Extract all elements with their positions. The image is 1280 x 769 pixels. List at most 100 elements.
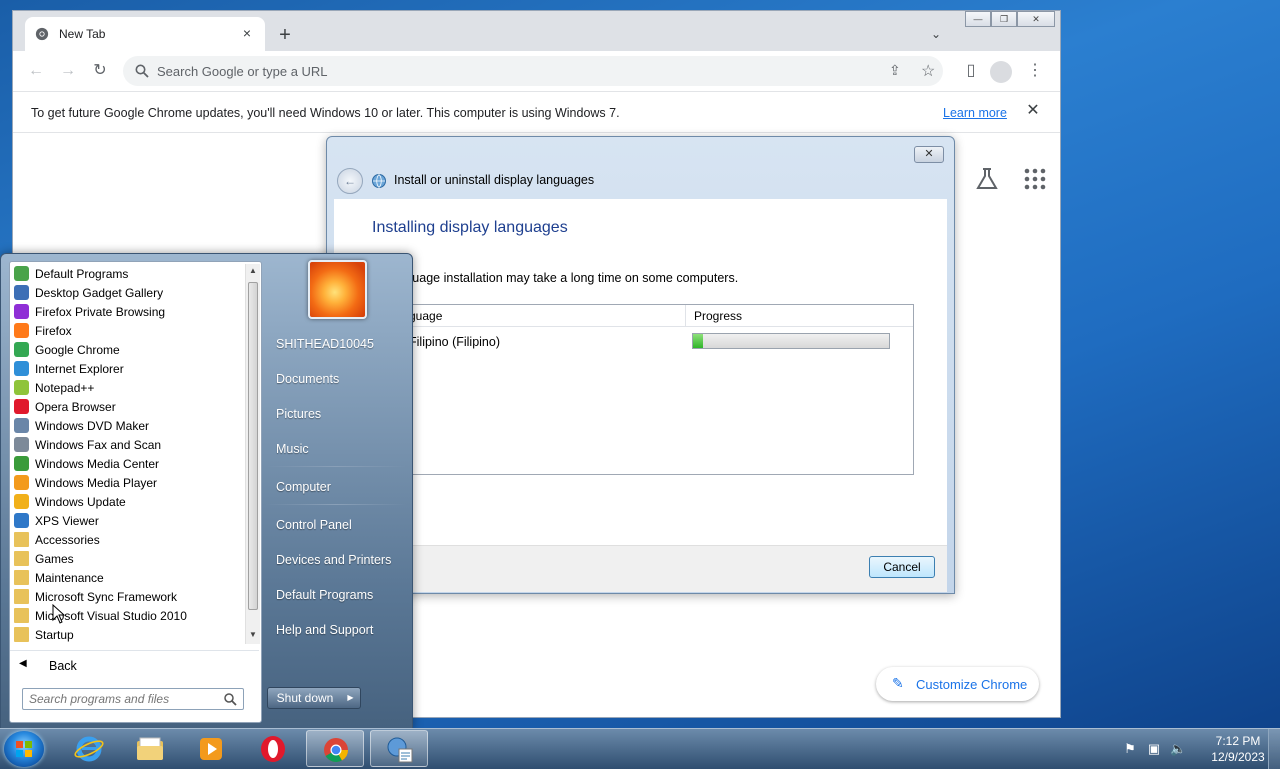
fax-scan-icon — [14, 437, 29, 452]
program-list-item[interactable]: Desktop Gadget Gallery — [12, 283, 242, 302]
program-list-item[interactable]: Windows Fax and Scan — [12, 435, 242, 454]
tab-new-tab[interactable]: New Tab × — [25, 17, 265, 51]
start-right-item-shithead10045[interactable]: SHITHEAD10045 — [276, 329, 401, 359]
profile-avatar-icon[interactable] — [990, 61, 1012, 83]
program-list-item[interactable]: Internet Explorer — [12, 359, 242, 378]
close-window-button[interactable]: ✕ — [1017, 11, 1055, 27]
program-label: Notepad++ — [35, 381, 95, 395]
dvd-maker-icon — [14, 418, 29, 433]
start-right-item-computer[interactable]: Computer — [276, 472, 401, 502]
program-list-item[interactable]: Windows DVD Maker — [12, 416, 242, 435]
start-right-item-pictures[interactable]: Pictures — [276, 399, 401, 429]
program-list-item[interactable]: Maintenance — [12, 568, 242, 587]
user-account-picture[interactable] — [308, 260, 367, 319]
program-label: Opera Browser — [35, 400, 116, 414]
omnibox[interactable]: Search Google or type a URL ⇪ ☆ — [123, 56, 943, 86]
search-icon — [135, 64, 149, 78]
taskbar-google-chrome[interactable] — [306, 730, 364, 767]
program-list-scrollbar[interactable]: ▲ ▼ — [245, 264, 260, 644]
bookmark-star-icon[interactable]: ☆ — [921, 61, 935, 81]
column-header-progress[interactable]: Progress — [686, 305, 913, 327]
language-globe-icon — [372, 174, 386, 188]
network-icon[interactable]: ▣ — [1146, 741, 1162, 757]
program-label: Startup — [35, 628, 74, 642]
taskbar-internet-explorer[interactable] — [60, 730, 118, 767]
dialog-close-button[interactable]: ✕ — [914, 146, 944, 163]
program-list-item[interactable]: Windows Media Player — [12, 473, 242, 492]
program-list-item[interactable]: Microsoft Sync Framework — [12, 587, 242, 606]
customize-chrome-button[interactable]: ✎ Customize Chrome — [876, 667, 1039, 701]
dialog-back-button[interactable]: ← — [337, 168, 363, 194]
chrome-labs-icon[interactable] — [974, 167, 1000, 191]
program-list-item[interactable]: Games — [12, 549, 242, 568]
google-apps-icon[interactable] — [1023, 167, 1047, 191]
clock-time[interactable]: 7:12 PM — [1203, 734, 1273, 748]
menu-separator — [266, 504, 406, 505]
program-label: Windows Update — [35, 495, 126, 509]
program-label: Default Programs — [35, 267, 129, 281]
column-header-language[interactable]: guage — [373, 305, 686, 327]
program-list-item[interactable]: XPS Viewer — [12, 511, 242, 530]
program-list-item[interactable]: Accessories — [12, 530, 242, 549]
program-list-item[interactable]: Firefox Private Browsing — [12, 302, 242, 321]
program-list-item[interactable]: Notepad++ — [12, 378, 242, 397]
program-list-item[interactable]: Firefox — [12, 321, 242, 340]
program-list-item[interactable]: Windows Media Center — [12, 454, 242, 473]
start-search-input[interactable] — [27, 690, 221, 708]
tab-close-icon[interactable]: × — [239, 25, 255, 41]
xps-viewer-icon — [14, 513, 29, 528]
media-player-icon — [14, 475, 29, 490]
program-list-item[interactable]: Google Chrome — [12, 340, 242, 359]
start-right-item-control-panel[interactable]: Control Panel — [276, 510, 401, 540]
program-list-item[interactable]: Windows Update — [12, 492, 242, 511]
search-icon[interactable] — [223, 692, 237, 706]
minimize-button[interactable]: — — [965, 11, 991, 27]
taskbar-media-player[interactable] — [182, 730, 240, 767]
cancel-button[interactable]: Cancel — [869, 556, 935, 578]
learn-more-link[interactable]: Learn more — [943, 106, 1007, 120]
program-label: Internet Explorer — [35, 362, 124, 376]
restore-button[interactable]: ❐ — [991, 11, 1017, 27]
taskbar-language-installer[interactable] — [370, 730, 428, 767]
start-search-box[interactable] — [22, 688, 244, 710]
program-list-item[interactable]: Default Programs — [12, 264, 242, 283]
chrome-menu-icon[interactable]: ⋮ — [1025, 61, 1045, 81]
install-progress-bar — [692, 333, 890, 349]
start-right-item-music[interactable]: Music — [276, 434, 401, 464]
program-list: Default Programs Desktop Gadget Gallery Fi… — [10, 264, 245, 648]
volume-icon[interactable]: 🔈 — [1170, 741, 1186, 757]
program-list-item[interactable]: Opera Browser — [12, 397, 242, 416]
program-list-item[interactable]: Startup — [12, 625, 242, 644]
back-arrow-icon[interactable]: ← — [26, 61, 46, 81]
taskbar-opera[interactable] — [244, 730, 302, 767]
shut-down-button[interactable]: Shut down — [267, 687, 343, 709]
start-right-item-devices-and-printers[interactable]: Devices and Printers — [276, 545, 401, 575]
share-icon[interactable]: ⇪ — [889, 62, 901, 79]
clock-date[interactable]: 12/9/2023 — [1203, 750, 1273, 764]
shut-down-options-arrow-icon[interactable]: ▶ — [341, 687, 361, 709]
program-list-item[interactable]: Microsoft Visual Studio 2010 — [12, 606, 242, 625]
start-right-item-default-programs[interactable]: Default Programs — [276, 580, 401, 610]
tab-search-chevron-icon[interactable]: ⌄ — [931, 27, 947, 43]
action-center-flag-icon[interactable]: ⚑ — [1122, 741, 1138, 757]
back-button[interactable]: ◀ Back — [10, 650, 259, 679]
start-button[interactable] — [4, 731, 44, 767]
forward-arrow-icon[interactable]: → — [58, 61, 78, 81]
table-row-language: Filipino (Filipino) — [409, 335, 500, 349]
start-right-item-help-and-support[interactable]: Help and Support — [276, 615, 401, 645]
taskbar-windows-explorer[interactable] — [121, 730, 179, 767]
new-tab-button[interactable]: + — [275, 25, 295, 45]
scroll-down-icon[interactable]: ▼ — [246, 628, 260, 642]
program-label: XPS Viewer — [35, 514, 99, 528]
start-right-item-documents[interactable]: Documents — [276, 364, 401, 394]
update-infobar: To get future Google Chrome updates, you… — [13, 92, 1060, 133]
reload-icon[interactable]: ↻ — [90, 61, 110, 81]
show-desktop-button[interactable] — [1268, 729, 1280, 769]
side-panel-icon[interactable]: ▯ — [961, 61, 981, 81]
scrollbar-thumb[interactable] — [248, 282, 258, 610]
scroll-up-icon[interactable]: ▲ — [246, 264, 260, 278]
infobar-close-icon[interactable]: ✕ — [1025, 103, 1041, 119]
program-label: Windows Media Center — [35, 457, 160, 471]
gadget-icon — [14, 285, 29, 300]
folder-icon — [14, 627, 29, 642]
